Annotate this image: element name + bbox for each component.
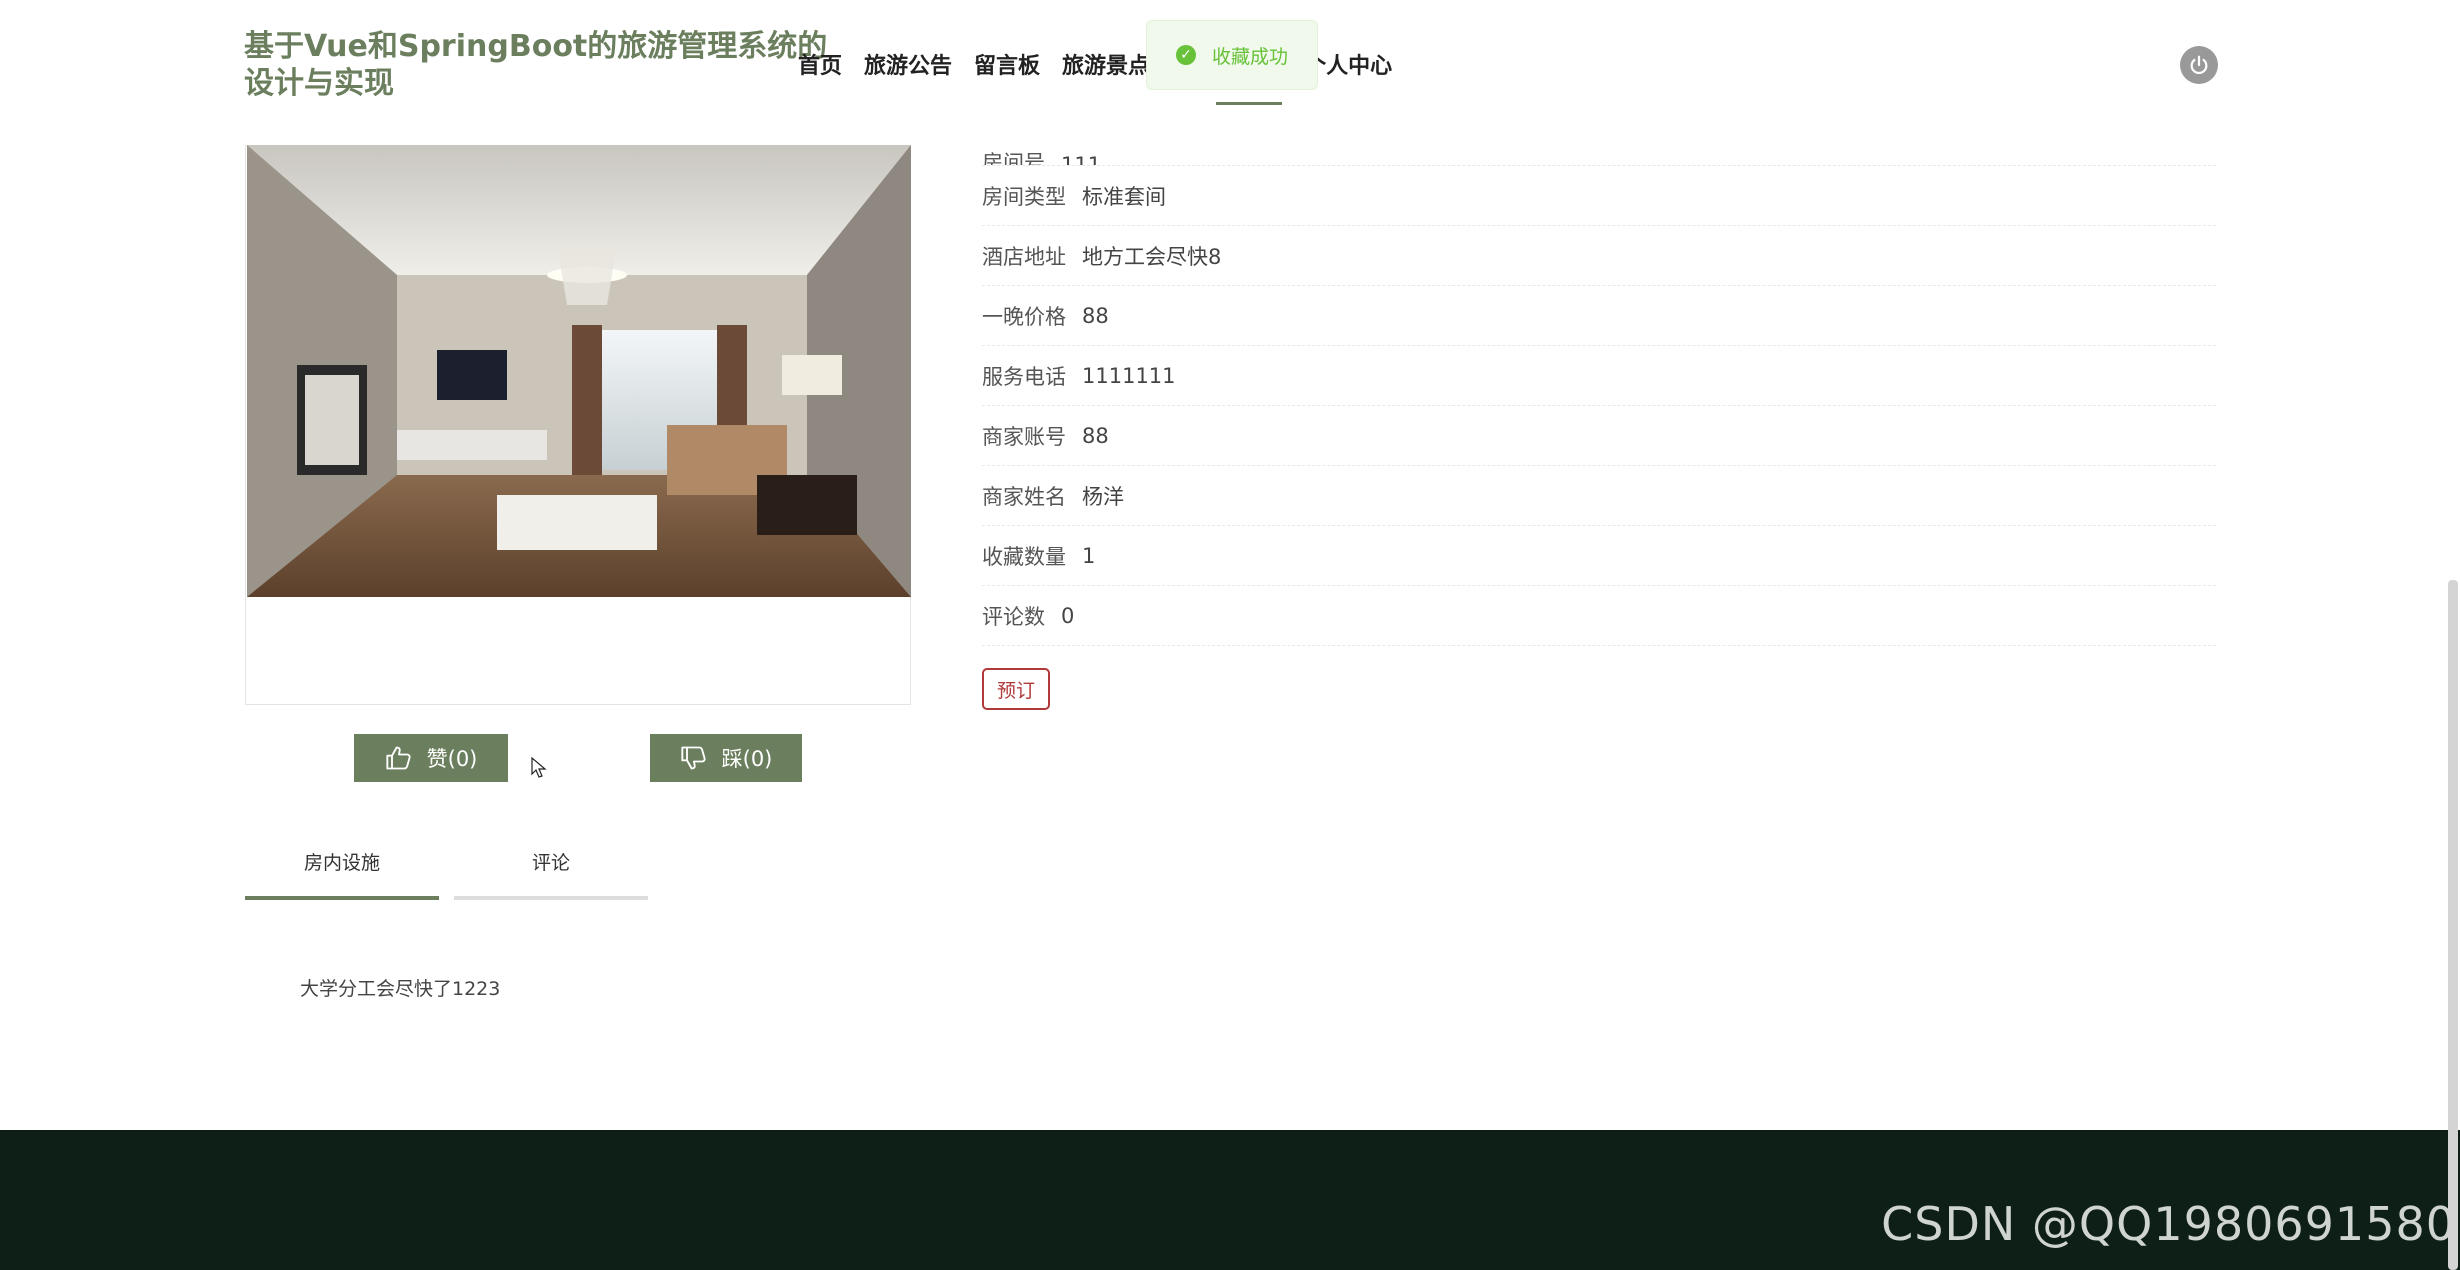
detail-value: 地方工会尽快8 <box>1082 244 1222 269</box>
facilities-content: 大学分工会尽快了1223 <box>300 978 501 1000</box>
room-photo-image <box>247 145 911 597</box>
like-button[interactable]: 赞(0) <box>354 734 508 782</box>
detail-row: 评论数 0 <box>982 586 2216 646</box>
logout-button[interactable] <box>2180 46 2218 84</box>
detail-key: 酒店地址 <box>982 244 1066 269</box>
dislike-label: 踩(0) <box>721 747 773 771</box>
detail-row: 酒店地址 地方工会尽快8 <box>982 226 2216 286</box>
detail-value: 88 <box>1082 303 1109 328</box>
detail-value: 111 <box>1061 153 1102 166</box>
detail-row: 一晚价格 88 <box>982 286 2216 346</box>
detail-row: 服务电话 1111111 <box>982 346 2216 406</box>
thumbs-up-icon <box>386 746 411 770</box>
detail-value: 88 <box>1082 423 1109 448</box>
detail-key: 商家账号 <box>982 424 1066 449</box>
nav-message-board[interactable]: 留言板 <box>974 48 1040 102</box>
tab-facilities[interactable]: 房内设施 <box>245 846 439 900</box>
detail-row: 收藏数量 1 <box>982 526 2216 586</box>
check-circle-icon: ✓ <box>1175 45 1196 65</box>
detail-value: 1111111 <box>1082 363 1176 388</box>
tab-comments[interactable]: 评论 <box>454 846 648 900</box>
detail-value: 标准套间 <box>1082 184 1166 209</box>
detail-key: 房间类型 <box>982 184 1066 209</box>
detail-key: 房间号 <box>982 151 1045 166</box>
image-card <box>245 145 911 705</box>
book-button[interactable]: 预订 <box>982 668 1050 710</box>
power-icon <box>2190 55 2208 75</box>
room-details: 房间号 111 房间类型 标准套间 酒店地址 地方工会尽快8 一晚价格 88 服… <box>982 128 2216 646</box>
detail-key: 收藏数量 <box>982 544 1066 569</box>
room-photo <box>247 145 911 597</box>
thumbs-down-icon <box>681 746 706 770</box>
main-nav: 首页 旅游公告 留言板 旅游景点 店信息 个人中心 <box>798 48 1414 105</box>
detail-value: 杨洋 <box>1082 484 1124 509</box>
like-label: 赞(0) <box>426 747 478 771</box>
success-toast: ✓ 收藏成功 <box>1146 20 1318 90</box>
toast-message: 收藏成功 <box>1211 45 1288 68</box>
detail-key: 一晚价格 <box>982 304 1066 329</box>
nav-announcements[interactable]: 旅游公告 <box>864 48 952 102</box>
watermark: CSDN @QQ1980691580 <box>1881 1197 2456 1251</box>
site-title: 基于Vue和SpringBoot的旅游管理系统的设计与实现 <box>244 29 828 101</box>
nav-home[interactable]: 首页 <box>798 48 842 102</box>
detail-value: 0 <box>1061 603 1075 628</box>
detail-key: 评论数 <box>982 604 1045 629</box>
detail-key: 服务电话 <box>982 364 1066 389</box>
mouse-cursor-icon <box>531 757 547 778</box>
dislike-button[interactable]: 踩(0) <box>650 734 802 782</box>
detail-row: 商家姓名 杨洋 <box>982 466 2216 526</box>
detail-row: 房间类型 标准套间 <box>982 166 2216 226</box>
detail-key: 商家姓名 <box>982 484 1066 509</box>
detail-value: 1 <box>1082 543 1096 568</box>
scrollbar[interactable] <box>2448 580 2458 1270</box>
nav-scenic-spots[interactable]: 旅游景点 <box>1062 48 1150 102</box>
detail-row: 商家账号 88 <box>982 406 2216 466</box>
